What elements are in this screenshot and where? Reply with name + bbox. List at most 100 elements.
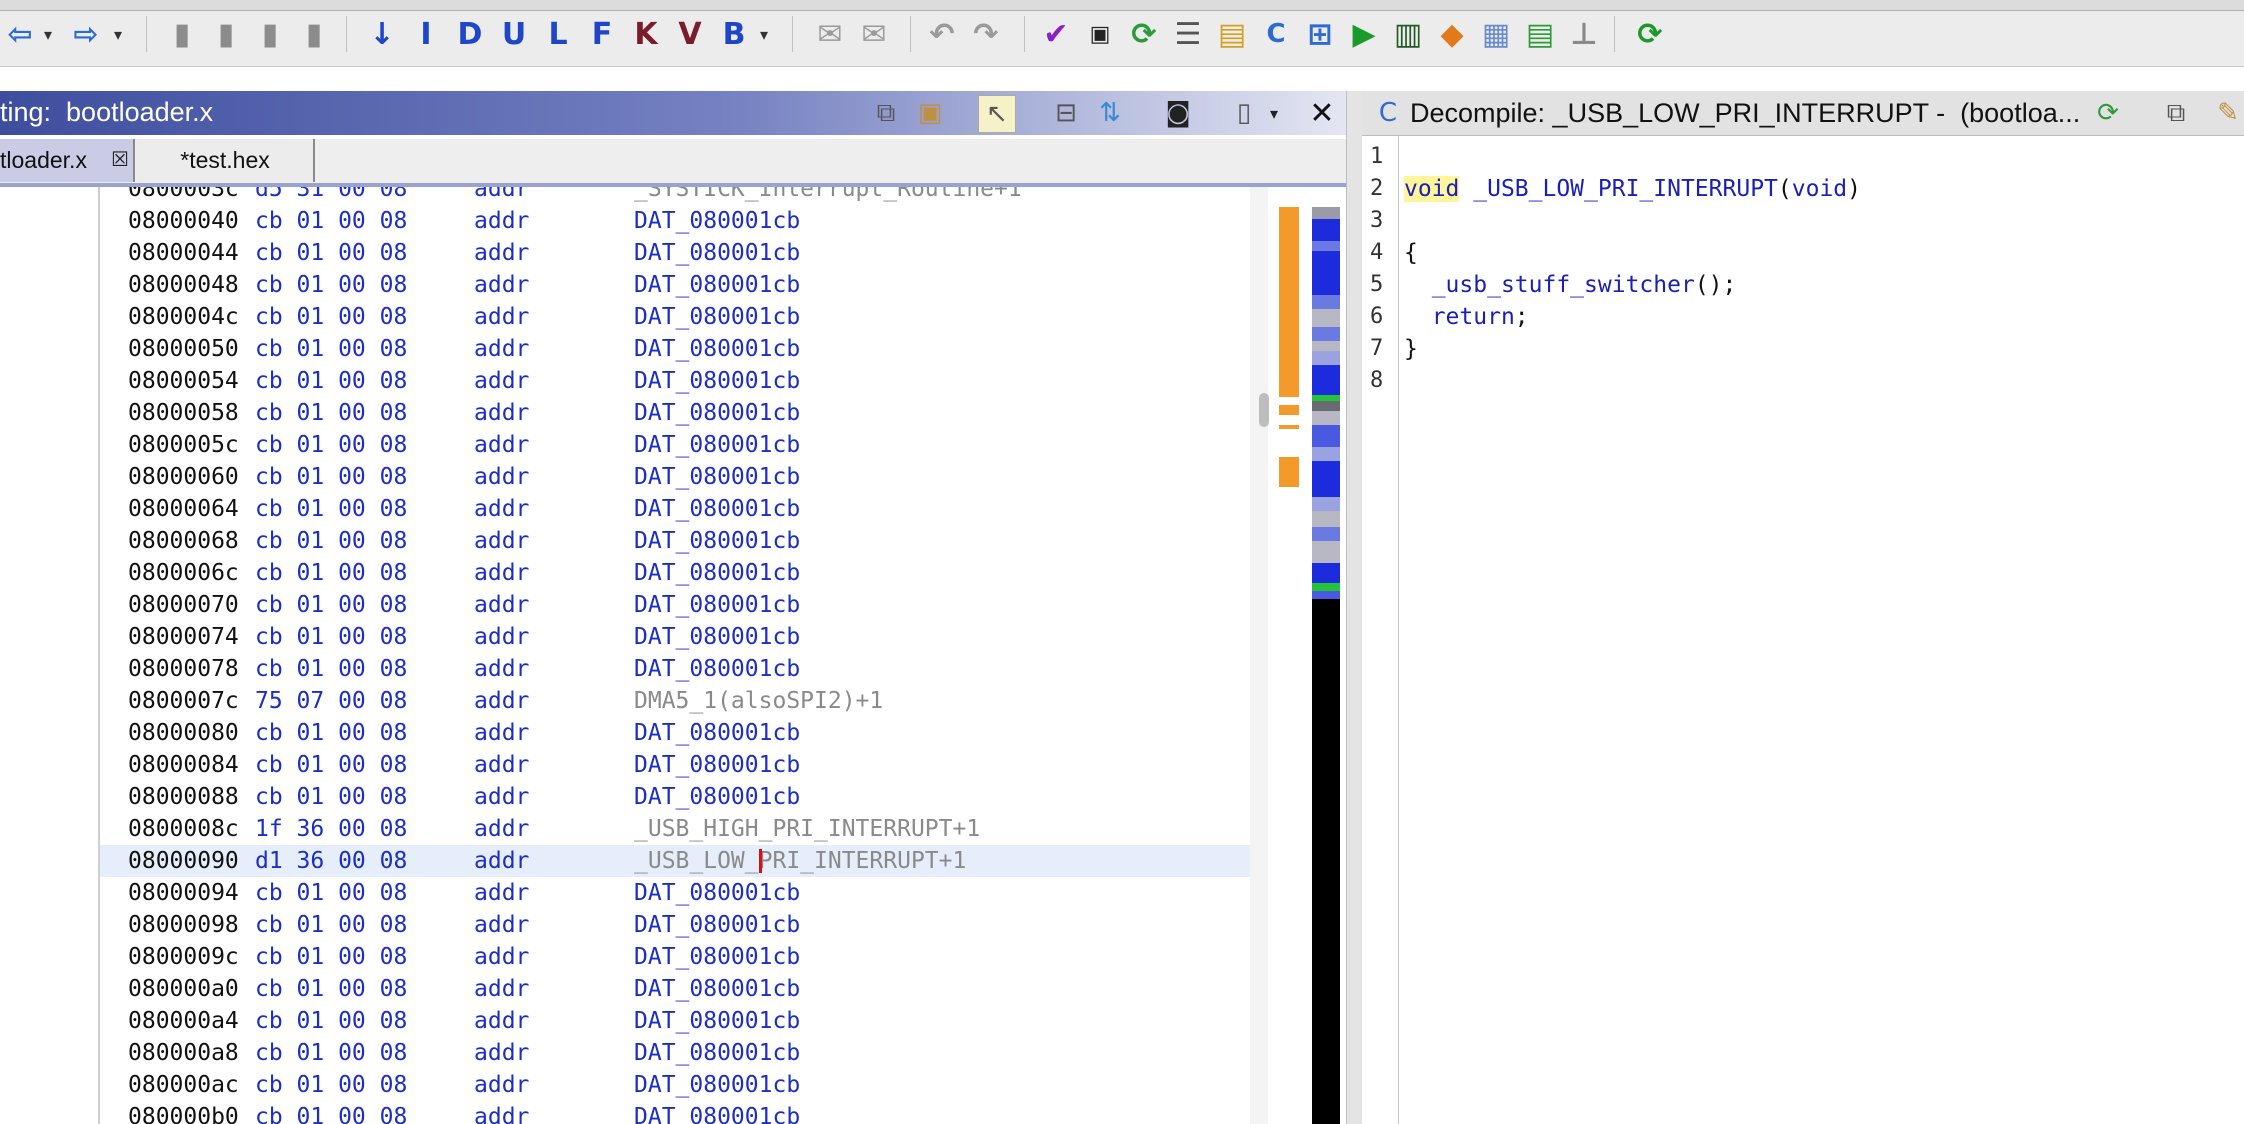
operand-cell[interactable]: DAT_080001cb (634, 909, 800, 941)
listing-view[interactable]: 0800003c d5 31 00 08 addr _SYSTICK_Interrup… (0, 187, 1346, 1124)
down-arrow-icon[interactable]: ↓ (362, 14, 402, 54)
bookmark-icon[interactable]: ✉ (810, 14, 850, 54)
operand-cell[interactable]: DAT_080001cb (634, 269, 800, 301)
listing-row[interactable]: 080000ac cb 01 00 08 addr DAT_080001cb (100, 1069, 1250, 1101)
listing-row[interactable]: 08000044 cb 01 00 08 addr DAT_080001cb (100, 237, 1250, 269)
operand-cell[interactable]: DAT_080001cb (634, 557, 800, 589)
binary-icon[interactable]: ▣ (1080, 14, 1120, 54)
script-icon[interactable]: ▤ (1520, 14, 1560, 54)
keyword-token[interactable]: void (1404, 176, 1460, 202)
redo-icon[interactable]: ↷ (966, 14, 1006, 54)
operand-cell[interactable]: DAT_080001cb (634, 749, 800, 781)
datatype-icon[interactable]: ▤ (1212, 14, 1252, 54)
operand-cell[interactable]: DAT_080001cb (634, 781, 800, 813)
label-l-icon[interactable]: L (538, 14, 578, 54)
tab-bootloader[interactable]: tloader.x ☒ (0, 139, 135, 182)
diff-icon[interactable]: ⇅ (1092, 95, 1128, 131)
memory-icon[interactable]: ▥ (1388, 14, 1428, 54)
edit-icon[interactable]: ✎ (2210, 95, 2244, 131)
listing-row[interactable]: 08000060 cb 01 00 08 addr DAT_080001cb (100, 461, 1250, 493)
listing-row[interactable]: 0800008c 1f 36 00 08 addr _USB_HIGH_PRI_INT… (100, 813, 1250, 845)
table-icon[interactable]: ▦ (1476, 14, 1516, 54)
bookmark-add-icon[interactable]: ✉ (854, 14, 894, 54)
operand-cell[interactable]: DAT_080001cb (634, 365, 800, 397)
tree-icon[interactable]: ⊥ (1564, 14, 1604, 54)
operand-cell[interactable]: DAT_080001cb (634, 429, 800, 461)
listing-row[interactable]: 08000088 cb 01 00 08 addr DAT_080001cb (100, 781, 1250, 813)
listing-icon[interactable]: ☰ (1168, 14, 1208, 54)
nav-data-icon[interactable]: ▮ (206, 14, 246, 54)
listing-row[interactable]: 0800009c cb 01 00 08 addr DAT_080001cb (100, 941, 1250, 973)
listing-row[interactable]: 080000a0 cb 01 00 08 addr DAT_080001cb (100, 973, 1250, 1005)
operand-cell[interactable]: DAT_080001cb (634, 1037, 800, 1069)
operand-cell[interactable]: DAT_080001cb (634, 1101, 800, 1124)
run-icon[interactable]: ▶ (1344, 14, 1384, 54)
return-keyword-token[interactable]: return (1432, 304, 1515, 330)
operand-cell[interactable]: DAT_080001cb (634, 941, 800, 973)
listing-row[interactable]: 08000090 d1 36 00 08 addr _USB_LOW_PRI_INTE… (100, 845, 1250, 877)
listing-row[interactable]: 08000098 cb 01 00 08 addr DAT_080001cb (100, 909, 1250, 941)
close-icon[interactable]: ✕ (1304, 95, 1340, 131)
param-type-token[interactable]: void (1792, 176, 1847, 202)
listing-row[interactable]: 0800004c cb 01 00 08 addr DAT_080001cb (100, 301, 1250, 333)
diamond-icon[interactable]: ◆ (1432, 14, 1472, 54)
copy-icon[interactable]: ⧉ (868, 95, 904, 131)
operand-cell[interactable]: _USB_LOW_PRI_INTERRUPT+1 (634, 845, 966, 877)
listing-row[interactable]: 08000094 cb 01 00 08 addr DAT_080001cb (100, 877, 1250, 909)
operand-cell[interactable]: DAT_080001cb (634, 493, 800, 525)
listing-row[interactable]: 08000054 cb 01 00 08 addr DAT_080001cb (100, 365, 1250, 397)
listing-row[interactable]: 08000058 cb 01 00 08 addr DAT_080001cb (100, 397, 1250, 429)
operand-cell[interactable]: DAT_080001cb (634, 461, 800, 493)
function-graph-icon[interactable]: ⊞ (1300, 14, 1340, 54)
operand-cell[interactable]: _SYSTICK_Interrupt_Routine+1 (634, 187, 1022, 205)
listing-row[interactable]: 08000050 cb 01 00 08 addr DAT_080001cb (100, 333, 1250, 365)
operand-cell[interactable]: DAT_080001cb (634, 205, 800, 237)
chevron-down-icon[interactable]: ▾ (754, 14, 774, 54)
checkmark-icon[interactable]: ✔ (1036, 14, 1076, 54)
operand-cell[interactable]: DAT_080001cb (634, 589, 800, 621)
nav-label-icon[interactable]: ▮ (294, 14, 334, 54)
operand-cell[interactable]: DAT_080001cb (634, 301, 800, 333)
listing-row[interactable]: 080000a8 cb 01 00 08 addr DAT_080001cb (100, 1037, 1250, 1069)
forward-arrow-icon[interactable]: ⇨ (66, 14, 106, 54)
operand-cell[interactable]: DAT_080001cb (634, 717, 800, 749)
listing-row[interactable]: 08000080 cb 01 00 08 addr DAT_080001cb (100, 717, 1250, 749)
operand-cell[interactable]: DAT_080001cb (634, 1005, 800, 1037)
operand-cell[interactable]: _USB_HIGH_PRI_INTERRUPT+1 (634, 813, 980, 845)
operand-cell[interactable]: DAT_080001cb (634, 973, 800, 1005)
instruction-i-icon[interactable]: I (406, 14, 446, 54)
undefined-u-icon[interactable]: U (494, 14, 534, 54)
function-name-token[interactable]: _USB_LOW_PRI_INTERRUPT (1473, 176, 1778, 202)
listing-row[interactable]: 0800006c cb 01 00 08 addr DAT_080001cb (100, 557, 1250, 589)
scrollbar-thumb[interactable] (1259, 393, 1269, 427)
close-icon[interactable]: ☒ (108, 147, 132, 171)
cursor-select-icon[interactable]: ↖ (978, 95, 1016, 133)
clear-flow-icon[interactable]: K (626, 14, 666, 54)
listing-row[interactable]: 08000070 cb 01 00 08 addr DAT_080001cb (100, 589, 1250, 621)
data-d-icon[interactable]: D (450, 14, 490, 54)
display-options-icon[interactable]: ▯ (1226, 95, 1262, 131)
decompiler-icon[interactable]: C (1256, 14, 1296, 54)
operand-cell[interactable]: DAT_080001cb (634, 1069, 800, 1101)
back-arrow-icon[interactable]: ⇦ (0, 14, 40, 54)
operand-cell[interactable]: DAT_080001cb (634, 621, 800, 653)
listing-row[interactable]: 08000078 cb 01 00 08 addr DAT_080001cb (100, 653, 1250, 685)
bytes-b-icon[interactable]: B (714, 14, 754, 54)
operand-cell[interactable]: DAT_080001cb (634, 877, 800, 909)
nav-function-icon[interactable]: ▮ (250, 14, 290, 54)
field-layout-icon[interactable]: ⊟ (1048, 95, 1084, 131)
operand-cell[interactable]: DAT_080001cb (634, 525, 800, 557)
tab-test-hex[interactable]: *test.hex (137, 139, 315, 182)
listing-row[interactable]: 08000040 cb 01 00 08 addr DAT_080001cb (100, 205, 1250, 237)
call-name-token[interactable]: _usb_stuff_switcher (1432, 272, 1695, 298)
function-f-icon[interactable]: F (582, 14, 622, 54)
undo-icon[interactable]: ↶ (922, 14, 962, 54)
clear-values-icon[interactable]: V (670, 14, 710, 54)
debug-run-icon[interactable]: ⟳ (1630, 14, 1670, 54)
listing-row[interactable]: 080000b0 cb 01 00 08 addr DAT_080001cb (100, 1101, 1250, 1124)
operand-cell[interactable]: DAT_080001cb (634, 237, 800, 269)
bookmark-marker-strip[interactable] (1279, 207, 1299, 1124)
decompile-view[interactable]: 1 2 3 4 5 6 7 8 void _USB_LOW_PRI_INTERR… (1362, 136, 2244, 1124)
listing-row[interactable]: 08000074 cb 01 00 08 addr DAT_080001cb (100, 621, 1250, 653)
refresh-icon[interactable]: ⟳ (2090, 95, 2126, 131)
